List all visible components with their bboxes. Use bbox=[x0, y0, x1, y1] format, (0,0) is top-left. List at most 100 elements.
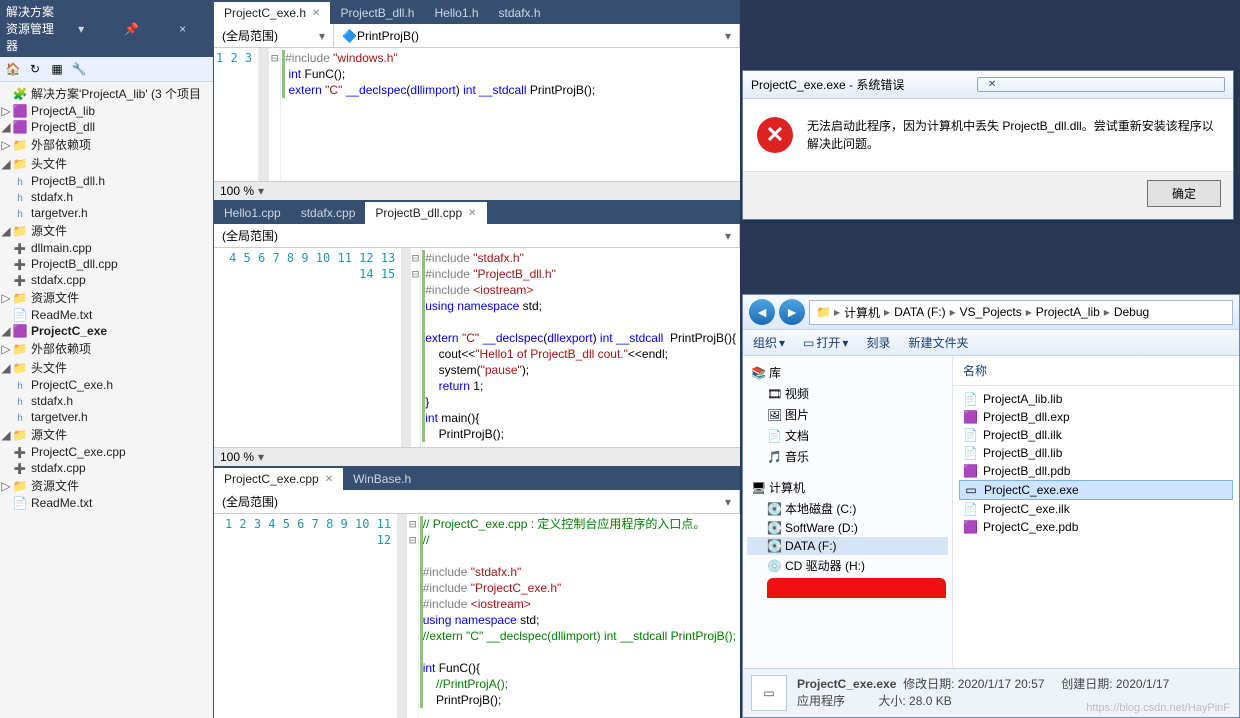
explorer-tree-item[interactable]: 🖥计算机 bbox=[747, 477, 948, 498]
error-dialog: ProjectC_exe.exe - 系统错误 ✕ ✕ 无法启动此程序，因为计算… bbox=[742, 70, 1234, 220]
editor-tab[interactable]: ProjectC_exe.h✕ bbox=[214, 2, 330, 24]
dropdown-icon[interactable]: ▾ bbox=[57, 22, 106, 36]
file-item[interactable]: 📄ProjectC_exe.ilk bbox=[959, 500, 1233, 518]
breadcrumb[interactable]: 📁▸计算机▸DATA (F:)▸VS_Pojects▸ProjectA_lib▸… bbox=[809, 300, 1233, 325]
explorer-tree-item[interactable]: 📚库 bbox=[747, 362, 948, 383]
tree-node[interactable]: 📄ReadMe.txt bbox=[0, 495, 213, 511]
tree-node[interactable]: ◢📁源文件 bbox=[0, 425, 213, 444]
editor-tab[interactable]: Hello1.cpp bbox=[214, 202, 291, 224]
properties-icon[interactable]: 🔧 bbox=[70, 60, 88, 78]
tree-node[interactable]: ◢🟪ProjectC_exe bbox=[0, 323, 213, 339]
nav-back-button[interactable]: ◄ bbox=[749, 299, 775, 325]
file-item[interactable]: 🟪ProjectB_dll.exp bbox=[959, 408, 1233, 426]
tree-node[interactable]: ➕ProjectC_exe.cpp bbox=[0, 444, 213, 460]
file-list[interactable]: 📄ProjectA_lib.lib🟪ProjectB_dll.exp📄Proje… bbox=[953, 386, 1239, 668]
zoom-2[interactable]: 100 %▾ bbox=[214, 447, 740, 466]
explorer-nav: ◄ ► 📁▸计算机▸DATA (F:)▸VS_Pojects▸ProjectA_… bbox=[743, 295, 1239, 329]
editor-tab[interactable]: ProjectB_dll.h bbox=[330, 2, 424, 24]
explorer-tree-item[interactable]: 🎵音乐 bbox=[747, 446, 948, 467]
editor-tab[interactable]: WinBase.h bbox=[343, 468, 421, 490]
file-item[interactable]: 🟪ProjectC_exe.pdb bbox=[959, 518, 1233, 536]
nav-fwd-button[interactable]: ► bbox=[779, 299, 805, 325]
file-item[interactable]: 📄ProjectB_dll.ilk bbox=[959, 426, 1233, 444]
tree-node[interactable]: ▷📁外部依赖项 bbox=[0, 135, 213, 154]
refresh-icon[interactable]: ↻ bbox=[26, 60, 44, 78]
tree-node[interactable]: ▷📁外部依赖项 bbox=[0, 339, 213, 358]
tree-node[interactable]: ➕ProjectB_dll.cpp bbox=[0, 256, 213, 272]
file-item[interactable]: ▭ProjectC_exe.exe bbox=[959, 480, 1233, 500]
show-all-icon[interactable]: ▦ bbox=[48, 60, 66, 78]
tree-node[interactable]: ➕dllmain.cpp bbox=[0, 240, 213, 256]
tab-close-icon[interactable]: ✕ bbox=[312, 8, 320, 19]
files-header[interactable]: 名称 bbox=[953, 356, 1239, 386]
editor-tab[interactable]: ProjectC_exe.cpp✕ bbox=[214, 468, 343, 490]
tree-node[interactable]: ▷📁资源文件 bbox=[0, 476, 213, 495]
tree-node[interactable]: ▷🟪ProjectA_lib bbox=[0, 103, 213, 119]
tree-node[interactable]: ◢📁源文件 bbox=[0, 221, 213, 240]
file-item[interactable]: 🟪ProjectB_dll.pdb bbox=[959, 462, 1233, 480]
scope-left-2[interactable]: (全局范围)▾ bbox=[214, 224, 740, 247]
tree-node[interactable]: hstdafx.h bbox=[0, 189, 213, 205]
explorer-tree-item[interactable]: 💽DATA (F:) bbox=[747, 537, 948, 555]
breadcrumb-item[interactable]: Debug bbox=[1114, 305, 1149, 319]
toolbar-open[interactable]: ▭ 打开 ▾ bbox=[803, 334, 848, 351]
scope-right-1[interactable]: 🔷 PrintProjB()▾ bbox=[334, 24, 740, 47]
tree-node[interactable]: hstdafx.h bbox=[0, 393, 213, 409]
home-icon[interactable]: 🏠 bbox=[4, 60, 22, 78]
tree-node[interactable]: ◢📁头文件 bbox=[0, 358, 213, 377]
file-item[interactable]: 📄ProjectB_dll.lib bbox=[959, 444, 1233, 462]
explorer-files: 名称 📄ProjectA_lib.lib🟪ProjectB_dll.exp📄Pr… bbox=[953, 356, 1239, 668]
tree-node[interactable]: 🧩解决方案'ProjectA_lib' (3 个项目 bbox=[0, 84, 213, 103]
tree-node[interactable]: hProjectC_exe.h bbox=[0, 377, 213, 393]
tree-node[interactable]: htargetver.h bbox=[0, 409, 213, 425]
toolbar-burn[interactable]: 刻录 bbox=[866, 334, 890, 351]
toolbar-organize[interactable]: 组织 ▾ bbox=[753, 334, 785, 351]
breadcrumb-item[interactable]: ProjectA_lib bbox=[1036, 305, 1100, 319]
tree-node[interactable]: ➕stdafx.cpp bbox=[0, 272, 213, 288]
scope-row-3: (全局范围)▾ bbox=[214, 490, 740, 514]
editor-tab[interactable]: Hello1.h bbox=[424, 2, 488, 24]
tree-node[interactable]: hProjectB_dll.h bbox=[0, 173, 213, 189]
dialog-close-button[interactable]: ✕ bbox=[977, 77, 1225, 92]
pin-icon[interactable]: 📌 bbox=[108, 22, 157, 36]
tab-close-icon[interactable]: ✕ bbox=[468, 208, 476, 219]
dialog-title: ProjectC_exe.exe - 系统错误 bbox=[751, 76, 977, 93]
watermark: https://blog.csdn.net/HayPinF bbox=[1086, 702, 1230, 714]
solution-tree[interactable]: 🧩解决方案'ProjectA_lib' (3 个项目▷🟪ProjectA_lib… bbox=[0, 82, 213, 513]
explorer-tree-item[interactable]: 💿CD 驱动器 (H:) bbox=[747, 555, 948, 576]
code-area-3[interactable]: 1 2 3 4 5 6 7 8 9 10 11 12 ⊟ ⊟ // Projec… bbox=[214, 514, 740, 718]
toolbar-newfolder[interactable]: 新建文件夹 bbox=[908, 334, 968, 351]
tree-node[interactable]: ◢📁头文件 bbox=[0, 154, 213, 173]
file-item[interactable]: 📄ProjectA_lib.lib bbox=[959, 390, 1233, 408]
tab-close-icon[interactable]: ✕ bbox=[325, 474, 333, 485]
tree-node[interactable]: ◢🟪ProjectB_dll bbox=[0, 119, 213, 135]
tree-node[interactable]: htargetver.h bbox=[0, 205, 213, 221]
code-area-2[interactable]: 4 5 6 7 8 9 10 11 12 13 14 15 ⊟ ⊟ #inclu… bbox=[214, 248, 740, 447]
breadcrumb-item[interactable]: DATA (F:) bbox=[894, 305, 946, 319]
explorer-tree-item[interactable]: 📄文档 bbox=[747, 425, 948, 446]
code-area-1[interactable]: 1 2 3 ⊟ #include "windows.h" int FunC();… bbox=[214, 48, 740, 181]
editor-tab[interactable]: stdafx.h bbox=[489, 2, 551, 24]
breadcrumb-item[interactable]: VS_Pojects bbox=[960, 305, 1022, 319]
scope-left-1[interactable]: (全局范围)▾ bbox=[214, 24, 334, 47]
tree-node[interactable]: ▷📁资源文件 bbox=[0, 288, 213, 307]
explorer-tree-item[interactable]: 🎞视频 bbox=[747, 383, 948, 404]
tree-node[interactable]: ➕stdafx.cpp bbox=[0, 460, 213, 476]
editor-tab[interactable]: stdafx.cpp bbox=[291, 202, 366, 224]
editor-pane-3: ProjectC_exe.cpp✕WinBase.h (全局范围)▾ 1 2 3… bbox=[213, 466, 740, 718]
explorer-tree-item[interactable]: 💽SoftWare (D:) bbox=[747, 519, 948, 537]
close-icon[interactable]: × bbox=[158, 22, 207, 36]
zoom-1[interactable]: 100 %▾ bbox=[214, 181, 740, 200]
dialog-message: 无法启动此程序，因为计算机中丢失 ProjectB_dll.dll。尝试重新安装… bbox=[807, 117, 1219, 153]
explorer-tree-item[interactable]: 💽本地磁盘 (C:) bbox=[747, 498, 948, 519]
file-thumb-icon: ▭ bbox=[751, 675, 787, 711]
dialog-titlebar[interactable]: ProjectC_exe.exe - 系统错误 ✕ bbox=[743, 71, 1233, 99]
tabbar-1: ProjectC_exe.h✕ProjectB_dll.hHello1.hstd… bbox=[214, 0, 740, 24]
editor-tab[interactable]: ProjectB_dll.cpp✕ bbox=[365, 202, 486, 224]
breadcrumb-item[interactable]: 计算机 bbox=[844, 304, 880, 321]
tree-node[interactable]: 📄ReadMe.txt bbox=[0, 307, 213, 323]
dialog-ok-button[interactable]: 确定 bbox=[1147, 180, 1221, 207]
scope-left-3[interactable]: (全局范围)▾ bbox=[214, 490, 740, 513]
explorer-tree-item[interactable]: 🖼图片 bbox=[747, 404, 948, 425]
explorer-tree[interactable]: 📚库🎞视频🖼图片📄文档🎵音乐 🖥计算机💽本地磁盘 (C:)💽SoftWare (D… bbox=[743, 356, 953, 668]
